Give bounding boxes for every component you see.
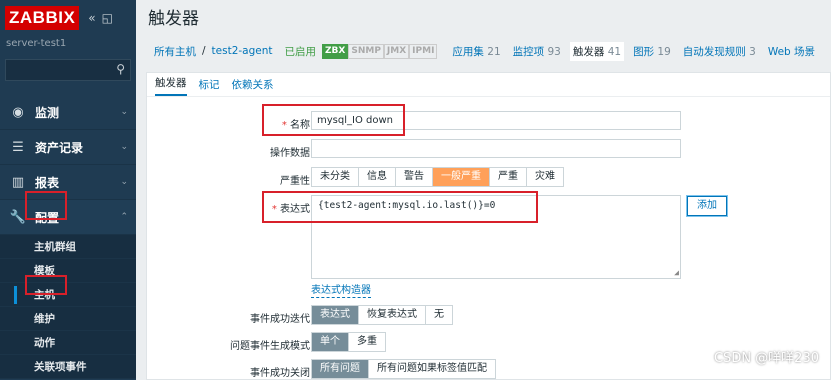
opdata-label: 操作数据 bbox=[270, 148, 310, 159]
name-label: * 名称 bbox=[281, 120, 310, 131]
submenu-item-host-groups[interactable]: 主机群组 bbox=[0, 235, 136, 259]
chevron-down-icon: ⌄ bbox=[120, 107, 128, 117]
breadcrumb-host[interactable]: test2-agent bbox=[212, 45, 273, 57]
tab-tags[interactable]: 标记 bbox=[199, 77, 220, 96]
severity-not-classified[interactable]: 未分类 bbox=[312, 168, 359, 186]
host-tab-web-scenarios[interactable]: Web 场景 bbox=[765, 42, 818, 61]
severity-information[interactable]: 信息 bbox=[359, 168, 396, 186]
breadcrumb-all-hosts[interactable]: 所有主机 bbox=[154, 44, 196, 59]
main-content: 触发器 所有主机 / test2-agent 已启用 ZBX SNMP JMX … bbox=[136, 0, 831, 380]
problem-mode-single[interactable]: 单个 bbox=[312, 333, 349, 351]
badge-snmp: SNMP bbox=[348, 43, 384, 59]
page-title: 触发器 bbox=[148, 9, 199, 29]
severity-selector: 未分类 信息 警告 一般严重 严重 灾难 bbox=[311, 167, 564, 187]
expression-value: {test2-agent:mysql.io.last()}=0 bbox=[318, 200, 496, 211]
severity-label: 严重性 bbox=[280, 176, 310, 187]
menu-item-reports[interactable]: ▥ 报表 ⌄ bbox=[0, 165, 136, 200]
severity-high[interactable]: 严重 bbox=[490, 168, 527, 186]
chevron-down-icon: ⌄ bbox=[120, 177, 128, 187]
chevron-down-icon: ⌄ bbox=[120, 142, 128, 152]
host-tab-applications[interactable]: 应用集 21 bbox=[449, 42, 503, 61]
kiosk-icon[interactable]: ◱ bbox=[102, 11, 113, 25]
logo-row: ZABBIX « ◱ bbox=[0, 0, 136, 36]
ok-event-generation-label: 事件成功迭代 bbox=[250, 314, 310, 325]
wrench-icon: 🔧 bbox=[9, 209, 27, 225]
trigger-form-panel: 触发器 标记 依赖关系 * 名称 mysql_IO down 操作数据 严重性 … bbox=[146, 72, 831, 380]
expression-constructor-link[interactable]: 表达式构造器 bbox=[311, 285, 371, 298]
menu-item-inventory[interactable]: ☰ 资产记录 ⌄ bbox=[0, 130, 136, 165]
availability-badges: ZBX SNMP JMX IPMI bbox=[322, 43, 438, 59]
menu-item-label: 资产记录 bbox=[35, 140, 84, 155]
sidebar: ZABBIX « ◱ server-test1 ⚲ ◉ 监测 ⌄ ☰ 资产记录 … bbox=[0, 0, 136, 380]
ok-close-all-problems[interactable]: 所有问题 bbox=[312, 360, 369, 378]
search-icon[interactable]: ⚲ bbox=[116, 62, 125, 76]
problem-mode-label: 问题事件生成模式 bbox=[230, 341, 310, 352]
tab-dependencies[interactable]: 依赖关系 bbox=[232, 77, 274, 96]
host-status-enabled[interactable]: 已启用 bbox=[285, 44, 317, 59]
severity-warning[interactable]: 警告 bbox=[396, 168, 433, 186]
eye-icon: ◉ bbox=[12, 104, 24, 120]
severity-disaster[interactable]: 灾难 bbox=[527, 168, 563, 186]
configuration-submenu: 主机群组 模板 主机 维护 动作 关联项事件 bbox=[0, 235, 136, 379]
submenu-item-actions[interactable]: 动作 bbox=[0, 331, 136, 355]
host-tab-items[interactable]: 监控项 93 bbox=[510, 42, 564, 61]
submenu-item-maintenance[interactable]: 维护 bbox=[0, 307, 136, 331]
submenu-item-hosts[interactable]: 主机 bbox=[0, 283, 136, 307]
expression-field[interactable]: {test2-agent:mysql.io.last()}=0 ◢ bbox=[311, 195, 681, 279]
badge-zbx: ZBX bbox=[322, 43, 349, 59]
ok-event-none[interactable]: 无 bbox=[426, 306, 452, 324]
ok-event-expression[interactable]: 表达式 bbox=[312, 306, 359, 324]
menu-item-monitoring[interactable]: ◉ 监测 ⌄ bbox=[0, 95, 136, 130]
watermark: CSDN @咩咩230 bbox=[713, 351, 819, 366]
severity-average[interactable]: 一般严重 bbox=[433, 168, 490, 186]
badge-jmx: JMX bbox=[383, 43, 410, 59]
ok-event-recovery-expression[interactable]: 恢复表达式 bbox=[359, 306, 426, 324]
tab-trigger[interactable]: 触发器 bbox=[155, 75, 187, 96]
ok-event-generation-selector: 表达式 恢复表达式 无 bbox=[311, 305, 453, 325]
double-chevron-left-icon[interactable]: « bbox=[88, 11, 95, 25]
expression-label: * 表达式 bbox=[271, 204, 310, 215]
list-icon: ☰ bbox=[12, 139, 24, 155]
form-tabs: 触发器 标记 依赖关系 bbox=[147, 73, 830, 97]
submenu-item-templates[interactable]: 模板 bbox=[0, 259, 136, 283]
badge-ipmi: IPMI bbox=[409, 43, 438, 59]
opdata-field[interactable] bbox=[311, 139, 681, 158]
menu-item-label: 监测 bbox=[35, 105, 60, 120]
add-expression-button[interactable]: 添加 bbox=[686, 195, 728, 217]
host-tab-discovery-rules[interactable]: 自动发现规则 3 bbox=[680, 42, 759, 61]
ok-close-tag-match[interactable]: 所有问题如果标签值匹配 bbox=[369, 360, 495, 378]
host-tab-graphs[interactable]: 图形 19 bbox=[630, 42, 674, 61]
server-name: server-test1 bbox=[6, 38, 67, 49]
chart-icon: ▥ bbox=[11, 174, 25, 190]
ok-event-closes-selector: 所有问题 所有问题如果标签值匹配 bbox=[311, 359, 496, 379]
search-input[interactable]: ⚲ bbox=[5, 59, 131, 81]
main-menu: ◉ 监测 ⌄ ☰ 资产记录 ⌄ ▥ 报表 ⌄ 🔧 配置 ⌃ 主机群组 模板 主机… bbox=[0, 95, 136, 379]
zabbix-logo[interactable]: ZABBIX bbox=[5, 6, 80, 30]
breadcrumb: 所有主机 / test2-agent 已启用 ZBX SNMP JMX IPMI… bbox=[136, 38, 831, 64]
menu-item-label: 报表 bbox=[35, 175, 60, 190]
sidebar-controls: « ◱ bbox=[88, 11, 113, 25]
menu-item-configuration[interactable]: 🔧 配置 ⌃ bbox=[0, 200, 136, 235]
problem-mode-multiple[interactable]: 多重 bbox=[349, 333, 385, 351]
breadcrumb-separator: / bbox=[202, 45, 206, 57]
problem-mode-selector: 单个 多重 bbox=[311, 332, 386, 352]
resize-handle-icon[interactable]: ◢ bbox=[674, 268, 679, 277]
host-tab-triggers[interactable]: 触发器 41 bbox=[569, 41, 625, 61]
chevron-up-icon: ⌃ bbox=[120, 212, 128, 222]
menu-item-label: 配置 bbox=[35, 210, 60, 225]
name-field[interactable]: mysql_IO down bbox=[311, 111, 681, 130]
ok-event-closes-label: 事件成功关闭 bbox=[250, 368, 310, 379]
submenu-item-event-correlation[interactable]: 关联项事件 bbox=[0, 355, 136, 379]
